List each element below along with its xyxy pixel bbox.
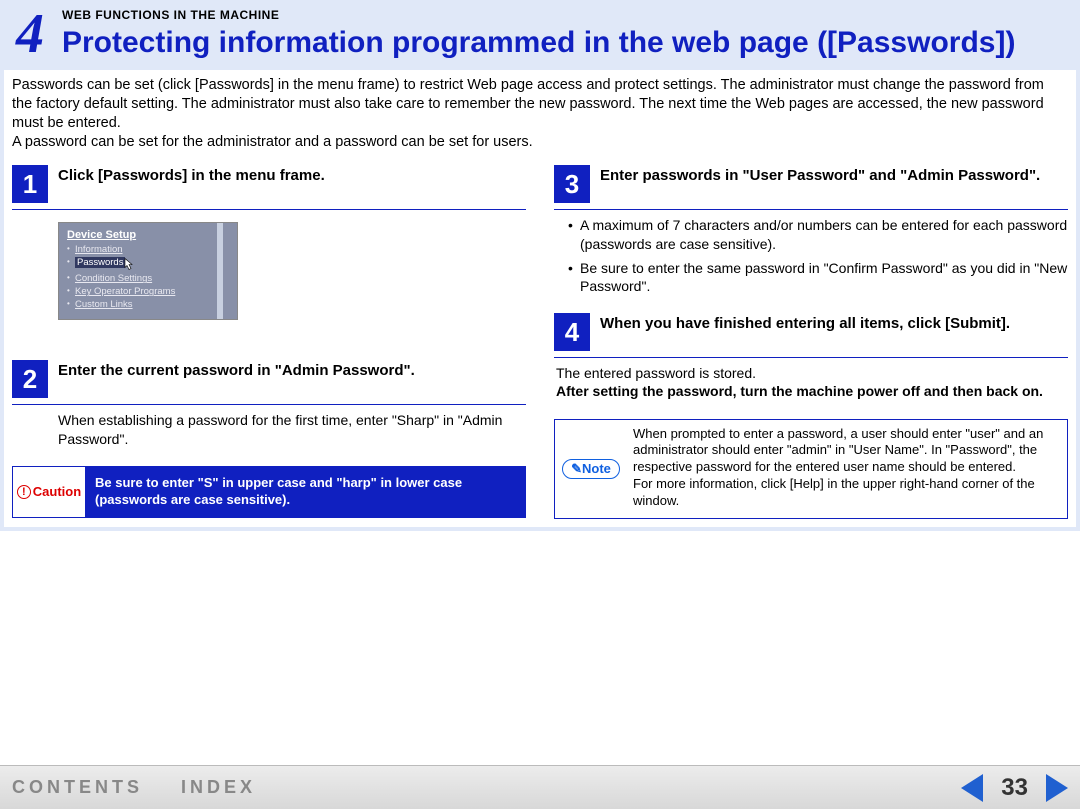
note-callout: ✎Note When prompted to enter a password,… xyxy=(554,419,1068,519)
step-head: 1 Click [Passwords] in the menu frame. xyxy=(12,165,526,210)
index-link[interactable]: INDEX xyxy=(181,777,256,798)
caution-label: Caution xyxy=(33,484,81,499)
step-head: 3 Enter passwords in "User Password" and… xyxy=(554,165,1068,210)
step-title: Enter passwords in "User Password" and "… xyxy=(600,165,1040,186)
note-p2: For more information, click [Help] in th… xyxy=(633,476,1035,508)
caution-label-area: !Caution xyxy=(13,467,85,517)
note-p1: When prompted to enter a password, a use… xyxy=(633,426,1043,475)
caution-icon: ! xyxy=(17,485,31,499)
note-label-area: ✎Note xyxy=(555,420,627,518)
pencil-icon: ✎ xyxy=(571,461,582,476)
note-body: When prompted to enter a password, a use… xyxy=(627,420,1067,518)
step-title: When you have finished entering all item… xyxy=(600,313,1010,334)
step-4: 4 When you have finished entering all it… xyxy=(554,313,1068,400)
header-texts: WEB FUNCTIONS IN THE MACHINE Protecting … xyxy=(62,6,1076,59)
cursor-icon xyxy=(123,258,135,271)
device-setup-item: Key Operator Programs xyxy=(67,285,229,298)
step-number-badge: 1 xyxy=(12,165,48,203)
device-setup-heading: Device Setup xyxy=(67,229,229,241)
step-2: 2 Enter the current password in "Admin P… xyxy=(12,360,526,447)
step-body-line1: The entered password is stored. xyxy=(556,365,756,381)
caution-callout: !Caution Be sure to enter "S" in upper c… xyxy=(12,466,526,518)
step-head: 4 When you have finished entering all it… xyxy=(554,313,1068,358)
step-3: 3 Enter passwords in "User Password" and… xyxy=(554,165,1068,295)
step-body: The entered password is stored. After se… xyxy=(554,364,1068,400)
step-title: Enter the current password in "Admin Pas… xyxy=(58,360,415,381)
page-footer: CONTENTS INDEX 33 xyxy=(0,765,1080,809)
device-setup-item-highlighted: Passwords xyxy=(67,256,229,272)
device-setup-item: Condition Settings xyxy=(67,272,229,285)
device-setup-item: Information xyxy=(67,243,229,256)
step-head: 2 Enter the current password in "Admin P… xyxy=(12,360,526,405)
note-badge: ✎Note xyxy=(562,459,620,479)
footer-right: 33 xyxy=(961,774,1068,802)
device-setup-item: Custom Links xyxy=(67,298,229,311)
step-1: 1 Click [Passwords] in the menu frame. D… xyxy=(12,165,526,320)
intro-p2: A password can be set for the administra… xyxy=(12,134,533,150)
page-wrap: 4 WEB FUNCTIONS IN THE MACHINE Protectin… xyxy=(0,0,1080,531)
caution-text: Be sure to enter "S" in upper case and "… xyxy=(85,467,525,517)
bullet-item: A maximum of 7 characters and/or numbers… xyxy=(572,216,1068,252)
intro-text: Passwords can be set (click [Passwords] … xyxy=(12,76,1068,151)
note-label-text: Note xyxy=(582,461,611,476)
right-column: 3 Enter passwords in "User Password" and… xyxy=(554,165,1068,519)
page-number: 33 xyxy=(1001,774,1028,802)
step-number-badge: 3 xyxy=(554,165,590,203)
step-body: When establishing a password for the fir… xyxy=(12,411,526,447)
chapter-number: 4 xyxy=(4,6,50,62)
step-bullets: A maximum of 7 characters and/or numbers… xyxy=(554,216,1068,295)
columns: 1 Click [Passwords] in the menu frame. D… xyxy=(12,165,1068,519)
step-number-badge: 2 xyxy=(12,360,48,398)
prev-page-arrow-icon[interactable] xyxy=(961,774,983,802)
contents-link[interactable]: CONTENTS xyxy=(12,777,143,798)
left-column: 1 Click [Passwords] in the menu frame. D… xyxy=(12,165,526,519)
intro-p1: Passwords can be set (click [Passwords] … xyxy=(12,77,1044,131)
page-header: 4 WEB FUNCTIONS IN THE MACHINE Protectin… xyxy=(4,4,1076,70)
device-setup-highlight-label: Passwords xyxy=(75,257,125,268)
step-number-badge: 4 xyxy=(554,313,590,351)
device-setup-screenshot: Device Setup Information Passwords Condi… xyxy=(58,222,238,320)
next-page-arrow-icon[interactable] xyxy=(1046,774,1068,802)
main-content: Passwords can be set (click [Passwords] … xyxy=(4,70,1076,527)
page-title: Protecting information programmed in the… xyxy=(62,26,1076,59)
step-body-line2: After setting the password, turn the mac… xyxy=(556,383,1043,399)
bullet-item: Be sure to enter the same password in "C… xyxy=(572,259,1068,295)
step-title: Click [Passwords] in the menu frame. xyxy=(58,165,325,186)
section-label: WEB FUNCTIONS IN THE MACHINE xyxy=(62,8,1076,22)
